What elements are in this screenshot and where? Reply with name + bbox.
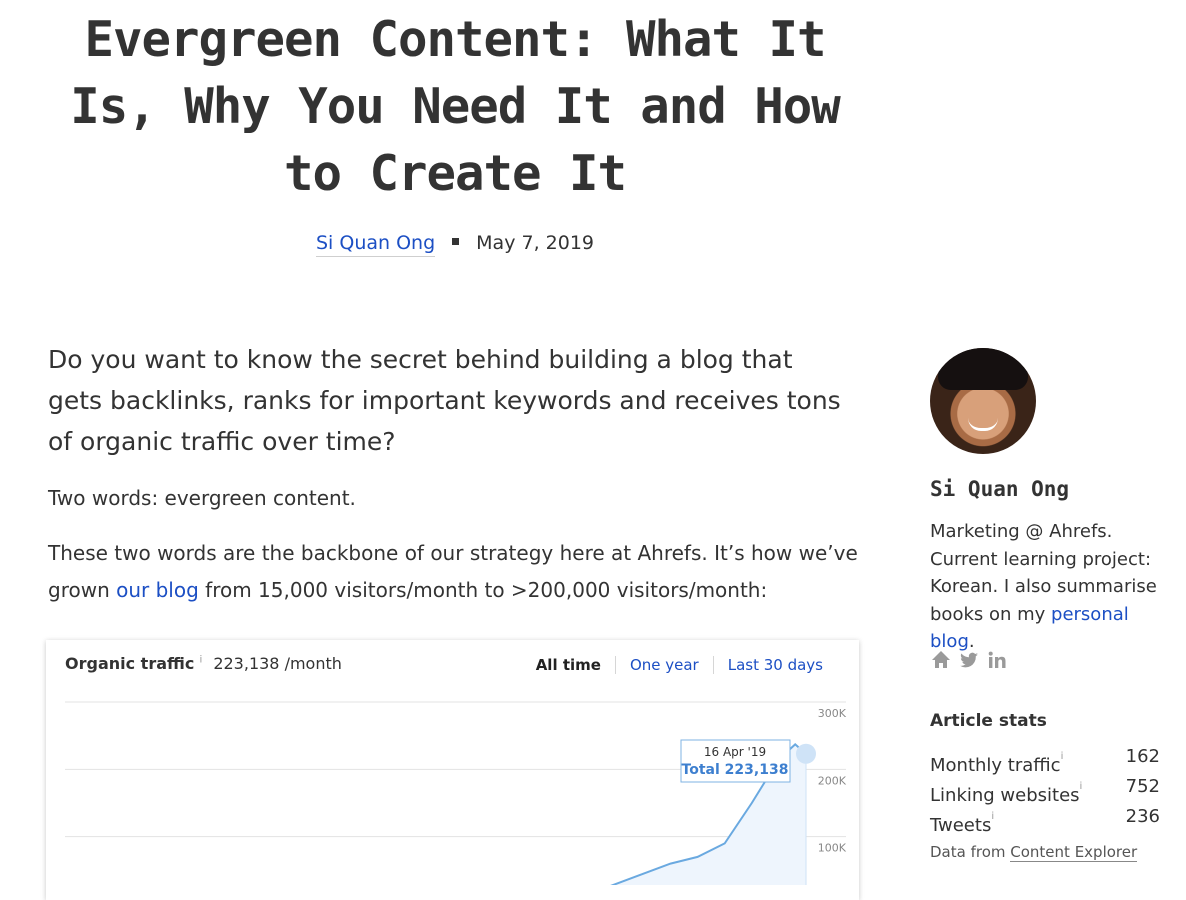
stat-row-tweets: Tweetsi 236 xyxy=(930,802,1160,836)
y-tick-label: 300K xyxy=(818,707,847,720)
twitter-icon[interactable] xyxy=(958,649,980,671)
paragraph-two-words: Two words: evergreen content. xyxy=(48,486,356,510)
stat-value: 752 xyxy=(1125,776,1160,797)
stat-value: 236 xyxy=(1125,806,1160,827)
info-icon[interactable]: i xyxy=(1080,781,1083,792)
organic-traffic-chart: 300K 200K 100K 16 Apr '19 Total 223,138 xyxy=(65,701,847,885)
article-stats-title: Article stats xyxy=(930,711,1047,731)
author-link[interactable]: Si Quan Ong xyxy=(315,232,436,257)
paragraph-text-end: from 15,000 visitors/month to >200,000 v… xyxy=(198,578,768,602)
sidebar-author-name: Si Quan Ong xyxy=(930,477,1070,501)
organic-traffic-chart-card: Organic traffic i 223,138 /month All tim… xyxy=(46,640,859,900)
stat-row-monthly-traffic: Monthly traffici 162 xyxy=(930,742,1160,776)
avatar-smile xyxy=(968,418,998,431)
article-stats: Monthly traffici 162 Linking websitesi 7… xyxy=(930,742,1160,836)
article-title: Evergreen Content: What It Is, Why You N… xyxy=(70,11,841,202)
stat-value: 162 xyxy=(1125,746,1160,767)
lead-paragraph: Do you want to know the secret behind bu… xyxy=(48,345,841,456)
content-explorer-link[interactable]: Content Explorer xyxy=(1010,843,1138,862)
stat-label: Tweets xyxy=(930,815,992,836)
info-icon[interactable]: i xyxy=(991,811,994,822)
info-icon[interactable]: i xyxy=(1061,751,1064,762)
publish-date: May 7, 2019 xyxy=(476,232,594,254)
y-tick-label: 200K xyxy=(818,774,847,787)
paragraph-backbone: These two words are the backbone of our … xyxy=(48,535,863,609)
linkedin-icon[interactable] xyxy=(986,649,1008,671)
author-avatar xyxy=(930,348,1036,454)
avatar-hair xyxy=(938,348,1028,390)
stats-source: Data from Content Explorer xyxy=(930,843,1138,862)
tooltip-date: 16 Apr '19 xyxy=(704,745,766,759)
article-meta: Si Quan Ong May 7, 2019 xyxy=(40,232,870,257)
home-icon[interactable] xyxy=(930,649,952,671)
hover-dot xyxy=(796,743,816,764)
stat-row-linking-websites: Linking websitesi 752 xyxy=(930,772,1160,806)
author-bio: Marketing @ Ahrefs. Current learning pro… xyxy=(930,518,1170,656)
our-blog-link[interactable]: our blog xyxy=(116,578,199,602)
tooltip-total: Total 223,138 xyxy=(682,762,789,778)
social-links xyxy=(930,649,1008,671)
y-tick-label: 100K xyxy=(818,842,847,855)
source-prefix: Data from xyxy=(930,843,1011,861)
meta-separator xyxy=(452,238,460,245)
